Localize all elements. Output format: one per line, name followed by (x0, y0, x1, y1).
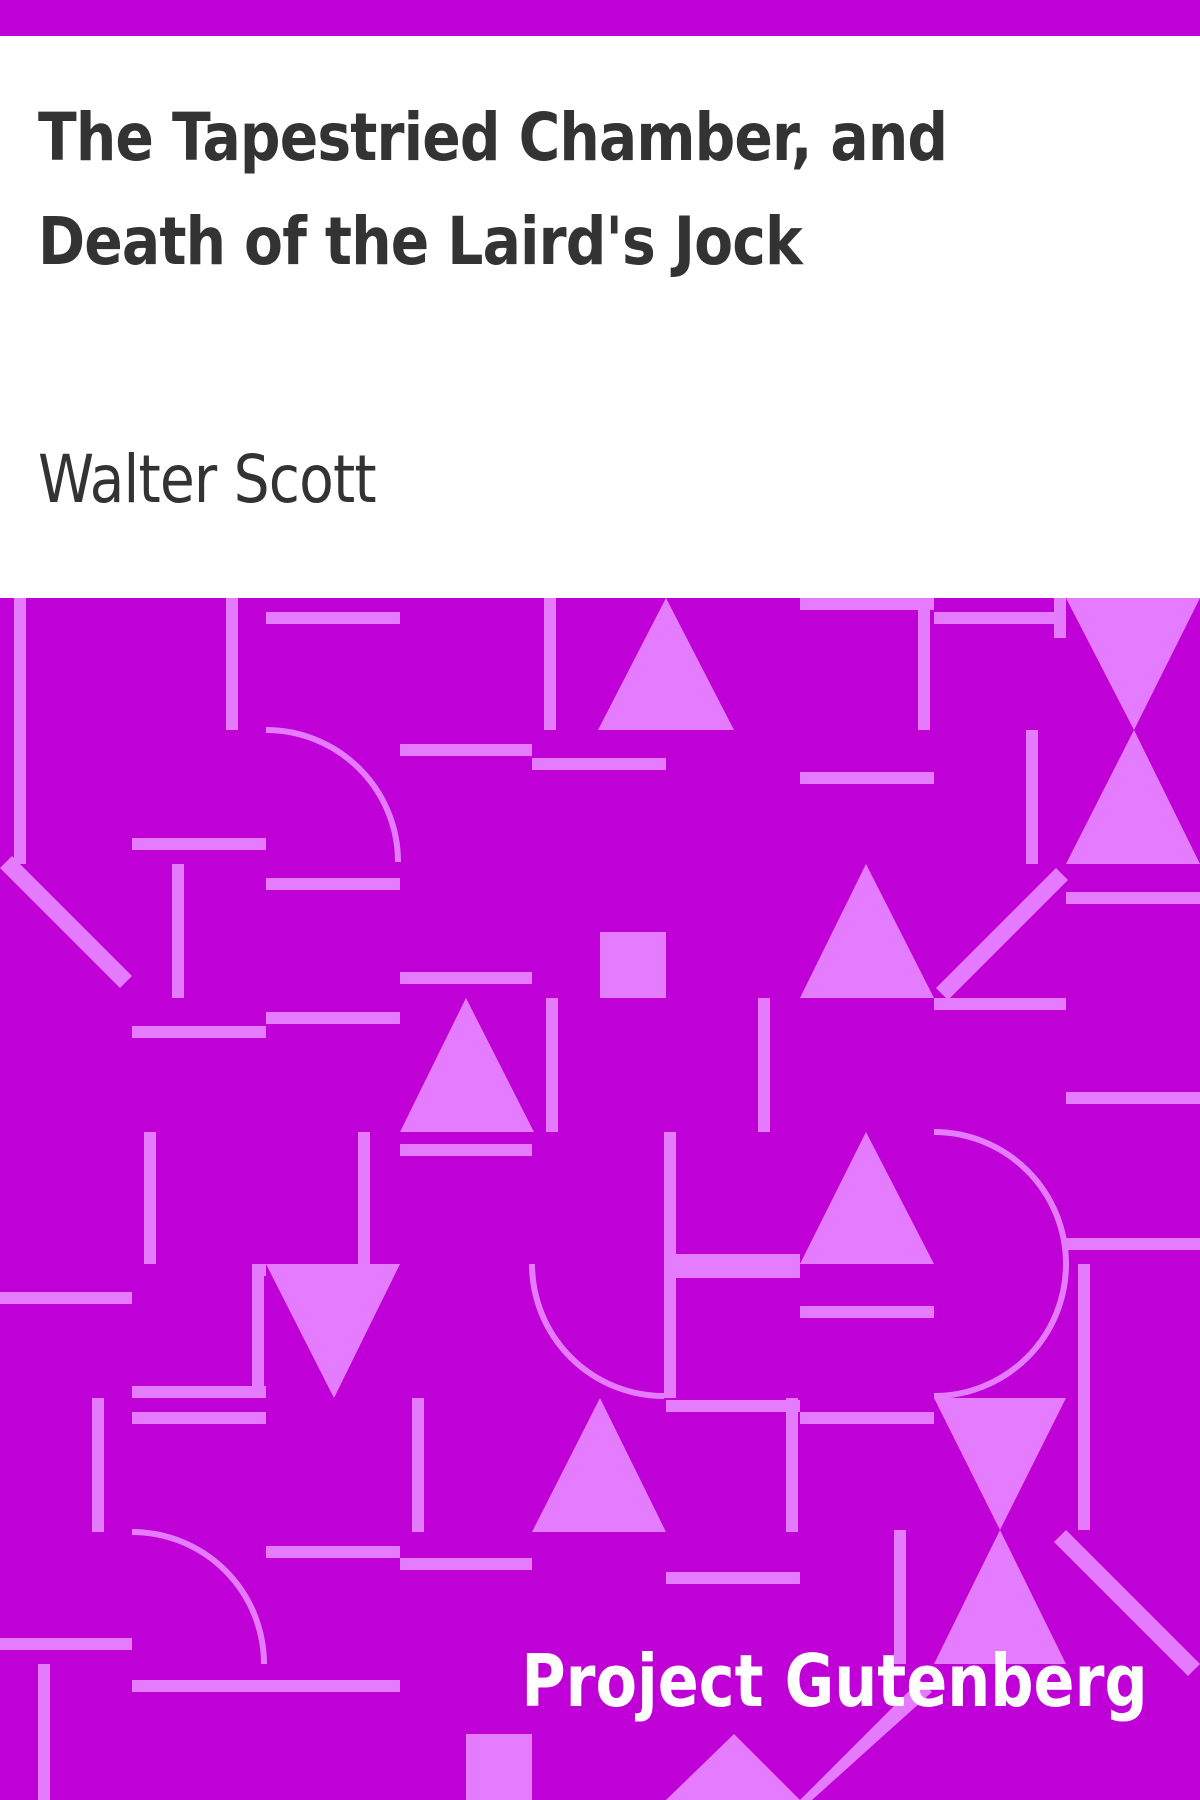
pattern-illustration (0, 598, 1200, 1800)
book-cover: The Tapestried Chamber, and Death of the… (0, 0, 1200, 1800)
book-title: The Tapestried Chamber, and Death of the… (38, 99, 948, 280)
publisher-logo-text: Project Gutenberg (521, 1639, 1148, 1723)
pattern-shapes (0, 598, 1200, 1800)
top-color-band (0, 0, 1200, 36)
book-author: Walter Scott (38, 441, 377, 518)
geometric-pattern (0, 598, 1200, 1800)
